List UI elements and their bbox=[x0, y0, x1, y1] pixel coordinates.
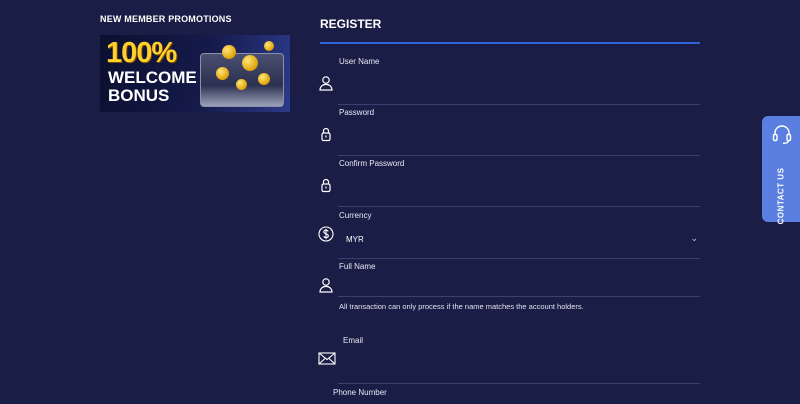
welcome-bonus-banner[interactable]: 100% WELCOME BONUS bbox=[100, 35, 290, 112]
user-icon bbox=[318, 75, 334, 91]
full-name-label: Full Name bbox=[339, 262, 376, 271]
chevron-down-icon[interactable]: ⌄ bbox=[690, 233, 698, 244]
coin-image bbox=[258, 73, 270, 85]
register-divider bbox=[320, 42, 700, 44]
register-title: REGISTER bbox=[320, 17, 382, 31]
currency-label: Currency bbox=[339, 211, 372, 220]
full-name-underline bbox=[338, 296, 700, 297]
coin-image bbox=[264, 41, 274, 51]
banner-percent: 100% bbox=[106, 37, 177, 69]
currency-select[interactable]: Currency MYR ⌄ bbox=[318, 211, 700, 259]
password-underline bbox=[338, 155, 700, 156]
currency-underline bbox=[338, 258, 700, 259]
promotions-title: NEW MEMBER PROMOTIONS bbox=[100, 14, 232, 24]
banner-line-1: WELCOME bbox=[108, 68, 197, 87]
contact-us-label: CONTACT US bbox=[776, 167, 786, 225]
banner-line-2: BONUS bbox=[108, 86, 170, 105]
contact-us-tab[interactable]: CONTACT US bbox=[762, 116, 800, 225]
full-name-note: All transaction can only process if the … bbox=[339, 302, 584, 311]
username-underline bbox=[338, 104, 700, 105]
confirm-password-underline bbox=[338, 206, 700, 207]
username-field[interactable]: User Name bbox=[318, 57, 700, 105]
username-label: User Name bbox=[339, 57, 380, 66]
email-underline bbox=[338, 383, 700, 384]
user-icon bbox=[318, 277, 334, 293]
confirm-password-label: Confirm Password bbox=[339, 159, 405, 168]
confirm-password-field[interactable]: Confirm Password bbox=[318, 159, 700, 207]
dollar-icon bbox=[318, 226, 334, 242]
password-field[interactable]: Password bbox=[318, 108, 700, 156]
email-label: Email bbox=[343, 336, 364, 345]
envelope-icon bbox=[318, 350, 336, 366]
page: NEW MEMBER PROMOTIONS 100% WELCOME BONUS… bbox=[0, 0, 800, 404]
lock-icon bbox=[318, 177, 334, 193]
password-label: Password bbox=[339, 108, 375, 117]
email-field[interactable]: Email bbox=[318, 336, 700, 384]
phone-number-label: Phone Number bbox=[333, 388, 387, 397]
coin-image bbox=[216, 67, 229, 80]
currency-value: MYR bbox=[346, 235, 364, 244]
coin-image bbox=[242, 55, 258, 71]
lock-icon bbox=[318, 126, 334, 142]
coin-image bbox=[236, 79, 247, 90]
coin-image bbox=[222, 45, 236, 59]
phone-number-field[interactable]: Phone Number bbox=[318, 388, 700, 404]
headset-icon bbox=[771, 123, 793, 145]
